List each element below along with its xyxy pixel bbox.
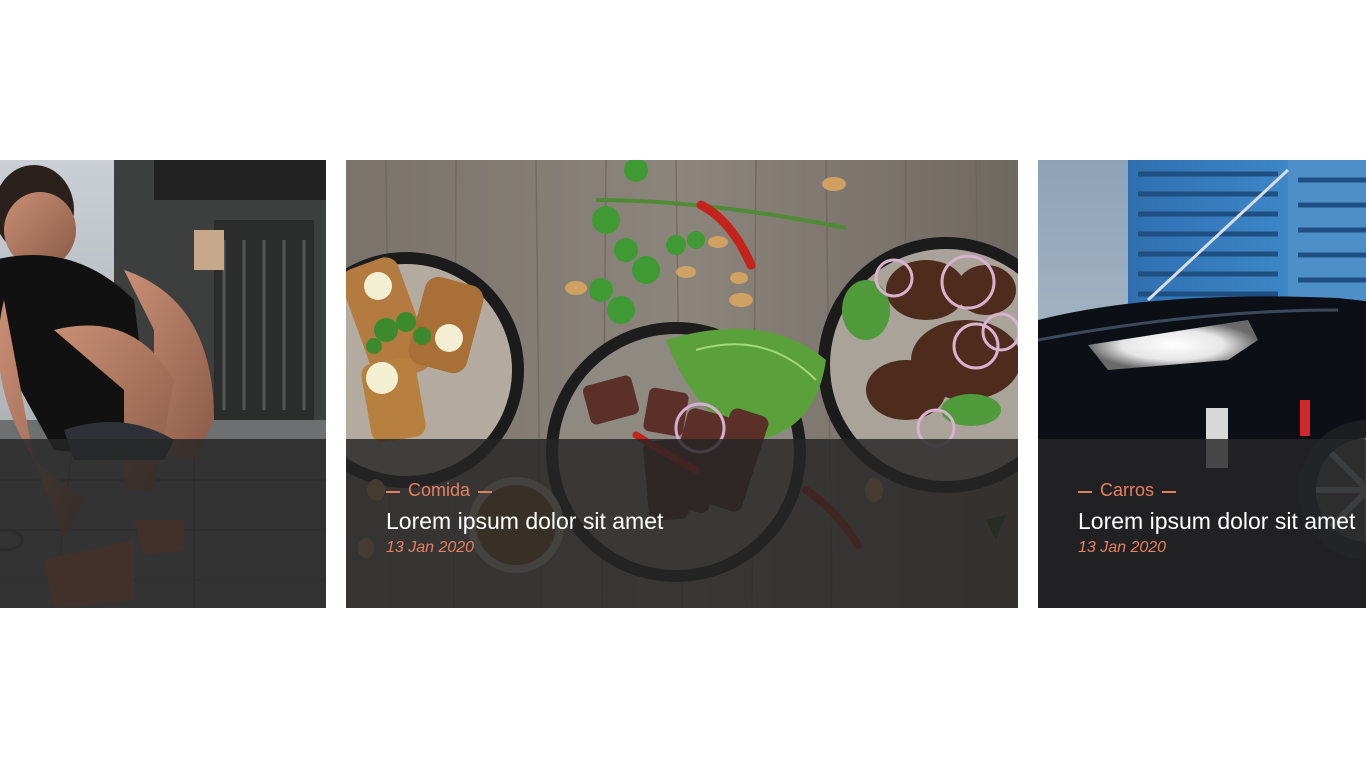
post-date: 13 Jan 2020 (1078, 539, 1167, 556)
card-caption-overlay (0, 439, 326, 608)
carousel-card-fitness[interactable] (0, 160, 326, 608)
category-tag[interactable]: Comida (386, 479, 663, 501)
dash-decoration (386, 491, 400, 493)
dash-decoration (1162, 491, 1177, 493)
post-title[interactable]: Lorem ipsum dolor sit amet (386, 506, 663, 536)
carousel-card-comida[interactable]: Comida Lorem ipsum dolor sit amet 13 Jan… (346, 160, 1018, 608)
category-label: Comida (408, 480, 471, 500)
card-caption: Comida Lorem ipsum dolor sit amet 13 Jan… (386, 479, 663, 559)
card-caption: Carros Lorem ipsum dolor sit amet 13 Jan… (1078, 479, 1355, 559)
category-label: Carros (1100, 480, 1155, 500)
post-carousel: Comida Lorem ipsum dolor sit amet 13 Jan… (0, 160, 1366, 608)
carousel-card-carros[interactable]: Carros Lorem ipsum dolor sit amet 13 Jan… (1038, 160, 1366, 608)
dash-decoration (478, 491, 493, 493)
post-title[interactable]: Lorem ipsum dolor sit amet (1078, 506, 1355, 536)
category-tag[interactable]: Carros (1078, 479, 1355, 501)
dash-decoration (1078, 491, 1092, 493)
post-date: 13 Jan 2020 (386, 539, 475, 556)
